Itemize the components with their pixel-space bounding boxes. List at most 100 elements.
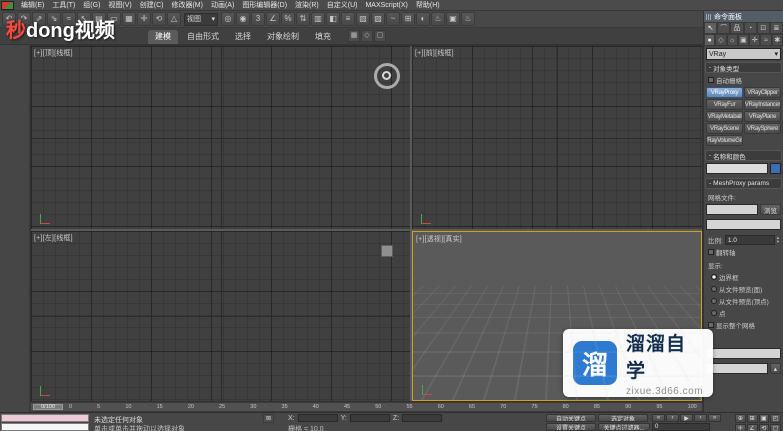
menu-item[interactable]: 组(G) <box>79 0 104 10</box>
zoom-extents-icon[interactable]: ▣ <box>758 414 770 423</box>
helpers-category-icon[interactable]: ✛ <box>749 34 761 46</box>
go-to-start-icon[interactable]: « <box>652 414 665 422</box>
cameras-category-icon[interactable]: ▣ <box>737 34 750 46</box>
viewport-top[interactable]: [+][顶][线框] <box>31 46 410 229</box>
utilities-tab-icon[interactable]: ≣ <box>769 22 783 34</box>
object-type-rollout-header[interactable]: - 对象类型 <box>705 62 782 73</box>
ribbon-tab[interactable]: 自由形式 <box>180 30 226 44</box>
object-type-button[interactable]: VRayScene <box>706 123 743 134</box>
lights-category-icon[interactable]: ☼ <box>726 34 738 46</box>
object-type-button[interactable]: VRayMetaball <box>706 111 743 122</box>
geometry-subcategory-dropdown[interactable]: VRay ▾ <box>706 48 781 60</box>
zoom-icon[interactable]: ⊕ <box>735 414 746 423</box>
select-and-rotate-icon[interactable]: ⟲ <box>152 12 166 26</box>
time-slider-handle[interactable]: 0/100 <box>33 404 63 410</box>
auto-key-button[interactable]: 自动关键点 <box>546 414 596 422</box>
edit-geometry-icon[interactable]: ▢ <box>374 30 386 42</box>
ribbon-tab[interactable]: 填充 <box>308 30 338 44</box>
reference-coordinate-dropdown[interactable]: 视图 ▾ <box>184 12 218 26</box>
maxscript-mini-listener[interactable] <box>1 423 89 431</box>
display-option-radio[interactable]: 从文件预览(顶点) <box>704 294 783 306</box>
menu-item[interactable]: 视图(V) <box>104 0 135 10</box>
name-color-rollout-header[interactable]: - 名称和颜色 <box>705 150 782 161</box>
viewport-left-label[interactable]: [+][左][线框] <box>34 233 73 243</box>
autogrid-checkbox[interactable]: 自动栅格 <box>704 73 783 85</box>
viewport-perspective-label[interactable]: [+][透视][真实] <box>416 234 462 244</box>
spinner-snap-icon[interactable]: ⇅ <box>296 12 310 26</box>
align-icon[interactable]: ≡ <box>341 12 355 26</box>
go-to-end-icon[interactable]: » <box>708 414 721 422</box>
viewport-front[interactable]: [+][前][线框] <box>412 46 702 229</box>
spinner-down-icon[interactable]: ▾ <box>777 239 779 244</box>
menu-item[interactable]: MAXScript(X) <box>361 2 411 9</box>
ribbon-tab[interactable]: 选择 <box>228 30 258 44</box>
show-whole-mesh-checkbox[interactable]: 显示整个网格 <box>704 318 783 330</box>
selection-set-dropdown[interactable]: 选定对象 <box>598 414 648 422</box>
material-editor-icon[interactable]: ◐ <box>416 12 430 26</box>
systems-category-icon[interactable]: ✱ <box>771 34 783 46</box>
viewport-front-label[interactable]: [+][前][线框] <box>415 48 454 58</box>
browse-button[interactable]: 浏览 <box>760 204 781 215</box>
command-panel-titlebar[interactable]: 命令面板 <box>704 11 783 22</box>
z-coordinate-field[interactable] <box>402 414 443 422</box>
display-option-radio[interactable]: 边界框 <box>704 270 783 282</box>
space-warps-category-icon[interactable]: ≈ <box>760 34 772 46</box>
use-pivot-point-icon[interactable]: ◎ <box>221 12 235 26</box>
display-tab-icon[interactable]: ⊡ <box>756 22 770 34</box>
key-filters-button[interactable]: 关键点过滤器... <box>598 423 650 431</box>
graphite-modeling-tools-icon[interactable]: ▨ <box>371 12 385 26</box>
pan-icon[interactable]: ✛ <box>735 424 746 431</box>
extra-param-field-2[interactable] <box>706 363 768 374</box>
flip-axis-checkbox[interactable]: 翻转轴 <box>704 245 783 257</box>
menu-item[interactable]: 动画(A) <box>207 0 238 10</box>
zoom-region-icon[interactable]: ◰ <box>770 414 781 423</box>
menu-item[interactable]: 自定义(U) <box>323 0 362 10</box>
snap-toggle-icon[interactable]: 3 <box>251 12 265 26</box>
maximize-viewport-icon[interactable]: ▢ <box>770 424 781 431</box>
viewport-left[interactable]: [+][左][线框] <box>31 231 410 401</box>
object-type-button[interactable]: VRayInstancer <box>744 99 781 110</box>
meshproxy-params-rollout-header[interactable]: - MeshProxy params <box>705 178 782 189</box>
selection-lock-icon[interactable]: ⊠ <box>263 414 274 423</box>
modify-tab-icon[interactable]: ⌒ <box>717 22 731 34</box>
scale-spinner[interactable]: ▴ ▾ <box>777 235 779 244</box>
extra-param-field[interactable] <box>706 348 781 359</box>
percent-snap-icon[interactable]: % <box>281 12 295 26</box>
object-type-button[interactable]: VRaySphere <box>744 123 781 134</box>
mesh-file-field[interactable] <box>706 204 758 215</box>
select-and-move-icon[interactable]: ✛ <box>137 12 151 26</box>
motion-tab-icon[interactable]: ◔ <box>743 22 757 34</box>
app-logo-icon[interactable] <box>1 0 14 10</box>
object-name-field[interactable] <box>706 163 768 174</box>
maxscript-mini-listener-macro[interactable] <box>1 414 89 422</box>
orbit-icon[interactable]: ⟲ <box>758 424 770 431</box>
curve-editor-icon[interactable]: ~ <box>386 12 400 26</box>
schematic-view-icon[interactable]: ⊞ <box>401 12 415 26</box>
next-frame-icon[interactable]: › <box>694 414 707 422</box>
rendered-frame-window-icon[interactable]: ▣ <box>446 12 460 26</box>
shapes-category-icon[interactable]: ◇ <box>715 34 727 46</box>
scale-input[interactable]: 1.0 <box>724 235 775 245</box>
geometry-category-icon[interactable]: ● <box>704 34 716 46</box>
layer-manager-icon[interactable]: ▧ <box>356 12 370 26</box>
extra-spinner-button[interactable]: ▴ <box>769 363 781 374</box>
field-of-view-icon[interactable]: ∠ <box>746 424 758 431</box>
select-and-scale-icon[interactable]: △ <box>167 12 181 26</box>
modify-selection-icon[interactable]: ◇ <box>361 30 373 42</box>
object-type-button[interactable]: VRayVolumeGrid <box>706 135 743 146</box>
angle-snap-icon[interactable]: ∠ <box>266 12 280 26</box>
display-option-radio[interactable]: 从文件预览(面) <box>704 282 783 294</box>
menu-item[interactable]: 渲染(R) <box>291 0 323 10</box>
object-type-button[interactable]: VRayFur <box>706 99 743 110</box>
window-crossing-icon[interactable]: ▦ <box>122 12 136 26</box>
viewport-top-label[interactable]: [+][顶][线框] <box>34 48 73 58</box>
polygon-modeling-icon[interactable]: ▦ <box>348 30 360 42</box>
menu-item[interactable]: 创建(C) <box>136 0 168 10</box>
ribbon-tab[interactable]: 对象绘制 <box>260 30 306 44</box>
y-coordinate-field[interactable] <box>349 414 390 422</box>
object-type-button[interactable]: VRayProxy <box>706 87 743 98</box>
menu-item[interactable]: 帮助(H) <box>412 0 444 10</box>
proxy-name-field[interactable] <box>706 219 781 230</box>
scene-object-box[interactable] <box>381 245 393 257</box>
zoom-all-icon[interactable]: ⊞ <box>746 414 758 423</box>
